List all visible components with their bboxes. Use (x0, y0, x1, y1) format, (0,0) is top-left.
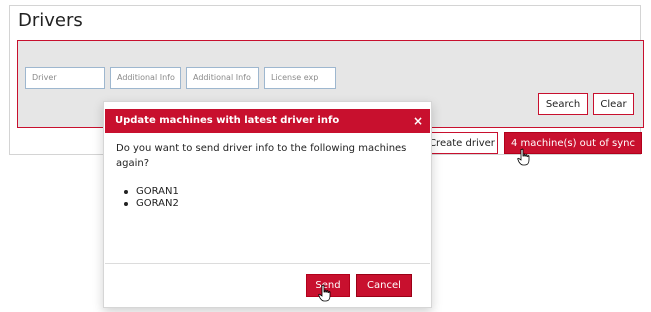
list-item: GORAN1 (122, 186, 179, 198)
search-button[interactable]: Search (538, 93, 588, 115)
machine-name: GORAN2 (136, 198, 179, 209)
update-machines-modal: Update machines with latest driver info … (103, 101, 432, 308)
modal-title: Update machines with latest driver info (115, 115, 340, 126)
page: Drivers Driver Additional Info Additiona… (0, 0, 651, 312)
list-item: GORAN2 (122, 198, 179, 210)
modal-message: Do you want to send driver info to the f… (116, 143, 407, 169)
machine-name: GORAN1 (136, 186, 179, 197)
cancel-button[interactable]: Cancel (356, 274, 412, 297)
clear-button[interactable]: Clear (593, 93, 634, 115)
driver-filter-input[interactable]: Driver (25, 67, 105, 89)
modal-header: Update machines with latest driver info … (105, 109, 430, 133)
close-icon[interactable]: × (413, 114, 423, 128)
bullet-icon (124, 202, 128, 206)
machine-list: GORAN1 GORAN2 (122, 186, 179, 210)
modal-divider (105, 263, 430, 264)
additional-info-2-filter-input[interactable]: Additional Info (186, 67, 259, 89)
hand-pointer-icon (318, 284, 331, 302)
page-title: Drivers (18, 10, 83, 31)
hand-pointer-icon (517, 148, 530, 166)
additional-info-1-filter-input[interactable]: Additional Info (110, 67, 181, 89)
license-exp-filter-input[interactable]: License exp (264, 67, 336, 89)
create-driver-button[interactable]: Create driver (426, 132, 498, 154)
bullet-icon (124, 190, 128, 194)
